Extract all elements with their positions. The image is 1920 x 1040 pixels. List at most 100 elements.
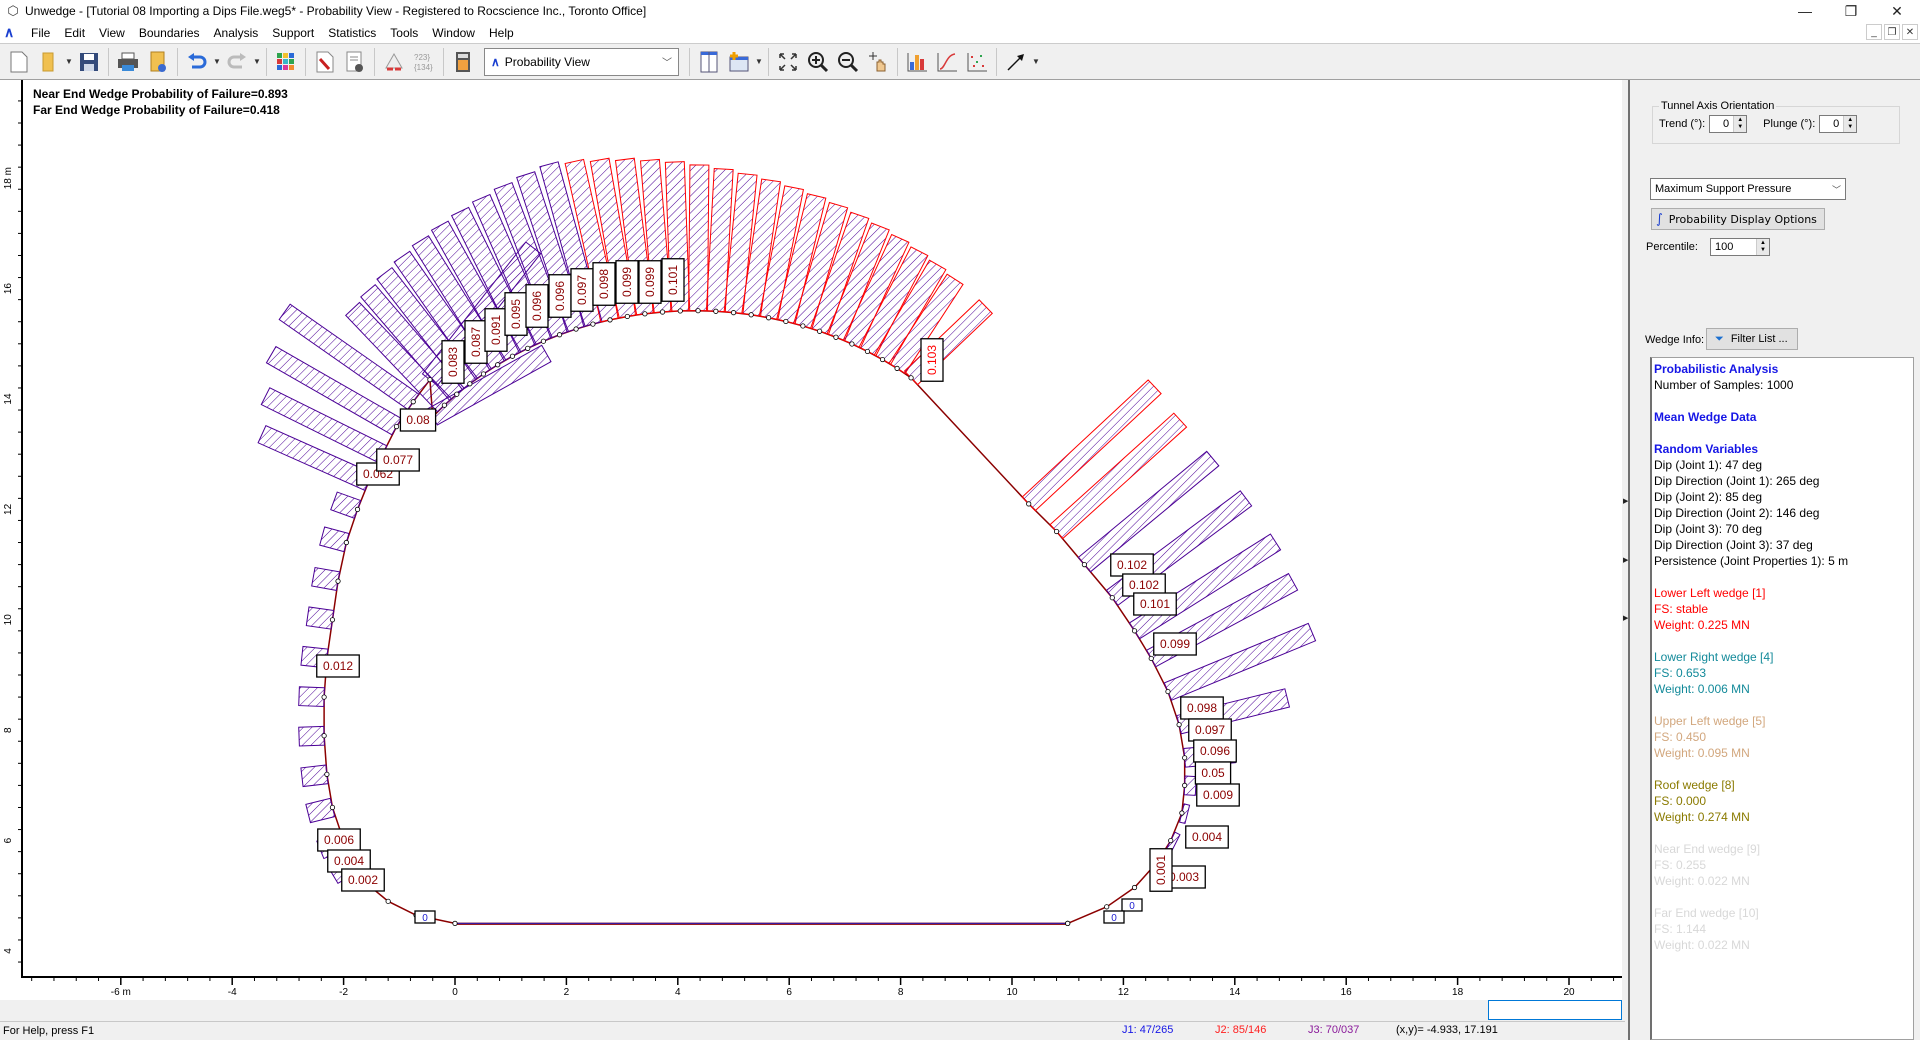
wedge-entry[interactable]: Roof wedge [8] FS: 0.000 Weight: 0.274 MN xyxy=(1654,761,1913,825)
menu-help[interactable]: Help xyxy=(482,26,521,40)
wedge-entry[interactable]: Lower Right wedge [4] FS: 0.653 Weight: 0.… xyxy=(1654,633,1913,697)
open-folder-icon[interactable] xyxy=(34,47,64,77)
wedge-entry[interactable]: Lower Left wedge [1] FS: stable Weight: 0.… xyxy=(1654,569,1913,633)
undo-icon[interactable] xyxy=(182,47,212,77)
random-variables-heading: Random Variables xyxy=(1654,442,1759,456)
y-tick-label: 14 xyxy=(3,393,14,405)
boundary-node xyxy=(393,423,400,430)
histogram-icon[interactable] xyxy=(902,47,932,77)
boundary-node xyxy=(833,334,839,340)
menu-statistics[interactable]: Statistics xyxy=(321,26,383,40)
spinner-arrows-icon[interactable]: ▲ ▼ xyxy=(1733,116,1747,132)
probability-label: 0.012 xyxy=(316,654,360,678)
spinner-arrows-icon[interactable]: ▲ ▼ xyxy=(1755,239,1769,255)
probability-label-text: 0.001 xyxy=(1154,855,1168,885)
wedge-info-list[interactable]: Probabilistic Analysis Number of Samples… xyxy=(1650,357,1914,1040)
minimize-button[interactable]: — xyxy=(1782,0,1828,22)
pan-icon[interactable] xyxy=(863,47,893,77)
zoom-out-icon[interactable] xyxy=(833,47,863,77)
boundary-node xyxy=(321,694,327,700)
open-dropdown-icon[interactable]: ▼ xyxy=(64,57,74,66)
wedge-entry[interactable]: Upper Left wedge [5] FS: 0.450 Weight: 0.0… xyxy=(1654,697,1913,761)
undo-dropdown-icon[interactable]: ▼ xyxy=(212,57,222,66)
trend-spinner[interactable]: 0 ▲ ▼ xyxy=(1709,115,1748,133)
menu-view[interactable]: View xyxy=(92,26,132,40)
number-of-samples: Number of Samples: 1000 xyxy=(1654,378,1794,392)
new-file-icon[interactable] xyxy=(4,47,34,77)
trend-value[interactable]: 0 xyxy=(1710,118,1733,130)
color-grid-icon[interactable] xyxy=(271,47,301,77)
random-variable: Dip (Joint 2): 85 deg xyxy=(1654,490,1763,504)
boundary-node xyxy=(607,317,613,323)
wedge-tool-icon[interactable] xyxy=(379,47,409,77)
probability-display-options-button[interactable]: ∫ Probability Display Options xyxy=(1651,208,1825,230)
scatter-icon[interactable] xyxy=(962,47,992,77)
wedge-entry[interactable]: Near End wedge [9] FS: 0.255 Weight: 0.022… xyxy=(1654,825,1913,889)
menu-support[interactable]: Support xyxy=(265,26,321,40)
cumulative-icon[interactable] xyxy=(932,47,962,77)
percentile-value[interactable]: 100 xyxy=(1711,241,1756,253)
restore-button[interactable]: ❐ xyxy=(1828,0,1874,22)
color-curve-icon: ∫ xyxy=(1656,211,1663,227)
zoom-in-icon[interactable] xyxy=(803,47,833,77)
percentile-spinner[interactable]: 100 ▲ ▼ xyxy=(1709,238,1770,256)
probability-label-text: 0.103 xyxy=(925,345,939,375)
settings-document-icon[interactable] xyxy=(340,47,370,77)
plunge-value[interactable]: 0 xyxy=(1820,118,1843,130)
calculator-icon[interactable] xyxy=(448,47,478,77)
menu-tools[interactable]: Tools xyxy=(383,26,425,40)
export-icon[interactable] xyxy=(143,47,173,77)
menu-boundaries[interactable]: Boundaries xyxy=(132,26,207,40)
tunnel-plot[interactable]: 18 m 16 14 12 10 8 6 4 -6 m -4 -2 0 2 4 6 8 10 12 14 16 18 20… xyxy=(0,80,1625,1000)
redo-icon[interactable] xyxy=(222,47,252,77)
x-tick-label: -4 xyxy=(228,987,237,998)
view-selector-dropdown[interactable]: ∧ Probability View ﹀ xyxy=(484,47,679,76)
arrow-dropdown-icon[interactable]: ▼ xyxy=(1031,57,1041,66)
cursor-coordinates: (x,y)= -4.933, 17.191 xyxy=(1396,1024,1498,1036)
boundary-node xyxy=(1182,755,1188,761)
random-variable: Dip Direction (Joint 3): 37 deg xyxy=(1654,538,1813,552)
y-tick-label: 12 xyxy=(3,503,14,515)
x-tick-label: -2 xyxy=(339,987,348,998)
near-end-pof: Near End Wedge Probability of Failure=0.… xyxy=(33,87,288,101)
filter-list-button[interactable]: ⏷ Filter List ... xyxy=(1706,328,1798,350)
spinner-arrows-icon[interactable]: ▲ ▼ xyxy=(1843,116,1857,132)
redo-dropdown-icon[interactable]: ▼ xyxy=(252,57,262,66)
x-tick-label: 18 xyxy=(1452,987,1464,998)
boundary-node xyxy=(454,391,460,397)
new-window-icon[interactable] xyxy=(724,47,754,77)
probability-label: 0.05 xyxy=(1194,761,1232,785)
probability-label: 0.077 xyxy=(376,448,420,472)
numbered-list-icon[interactable]: ?23} {134} xyxy=(409,47,439,77)
print-icon[interactable] xyxy=(113,47,143,77)
probability-label-text: 0.099 xyxy=(643,267,657,297)
boundary-node xyxy=(354,506,361,512)
boundary-node xyxy=(713,308,719,314)
menu-edit[interactable]: Edit xyxy=(57,26,92,40)
split-view-icon[interactable] xyxy=(694,47,724,77)
menu-window[interactable]: Window xyxy=(425,26,482,40)
menu-file[interactable]: File xyxy=(24,26,57,40)
percentile-label: Percentile: xyxy=(1646,241,1698,253)
document-icon[interactable]: ∧ xyxy=(4,24,24,41)
doc-restore-button[interactable]: ❐ xyxy=(1884,24,1900,40)
save-icon[interactable] xyxy=(74,47,104,77)
zoom-extents-icon[interactable] xyxy=(773,47,803,77)
command-input[interactable] xyxy=(1488,1000,1622,1020)
boundary-node xyxy=(335,578,341,584)
probability-label: 0.004 xyxy=(1185,825,1229,849)
plunge-spinner[interactable]: 0 ▲ ▼ xyxy=(1819,115,1858,133)
metric-dropdown[interactable]: Maximum Support Pressure ﹀ xyxy=(1650,178,1846,200)
tunnel-axis-orientation-group: Tunnel Axis Orientation Trend (°): 0 ▲ ▼ … xyxy=(1652,100,1900,144)
close-button[interactable]: ✕ xyxy=(1874,0,1920,22)
y-tick-label: 4 xyxy=(3,948,14,954)
probability-view-canvas[interactable]: 18 m 16 14 12 10 8 6 4 -6 m -4 -2 0 2 4 6 8 10 12 14 16 18 20… xyxy=(0,80,1625,1000)
doc-close-button[interactable]: ✕ xyxy=(1902,24,1918,40)
new-window-dropdown-icon[interactable]: ▼ xyxy=(754,57,764,66)
menu-analysis[interactable]: Analysis xyxy=(207,26,266,40)
boundary-node xyxy=(1176,722,1182,728)
edit-document-icon[interactable] xyxy=(310,47,340,77)
doc-minimize-button[interactable]: _ xyxy=(1866,24,1882,40)
wedge-entry[interactable]: Far End wedge [10] FS: 1.144 Weight: 0.022… xyxy=(1654,889,1913,953)
arrow-icon[interactable] xyxy=(1001,47,1031,77)
